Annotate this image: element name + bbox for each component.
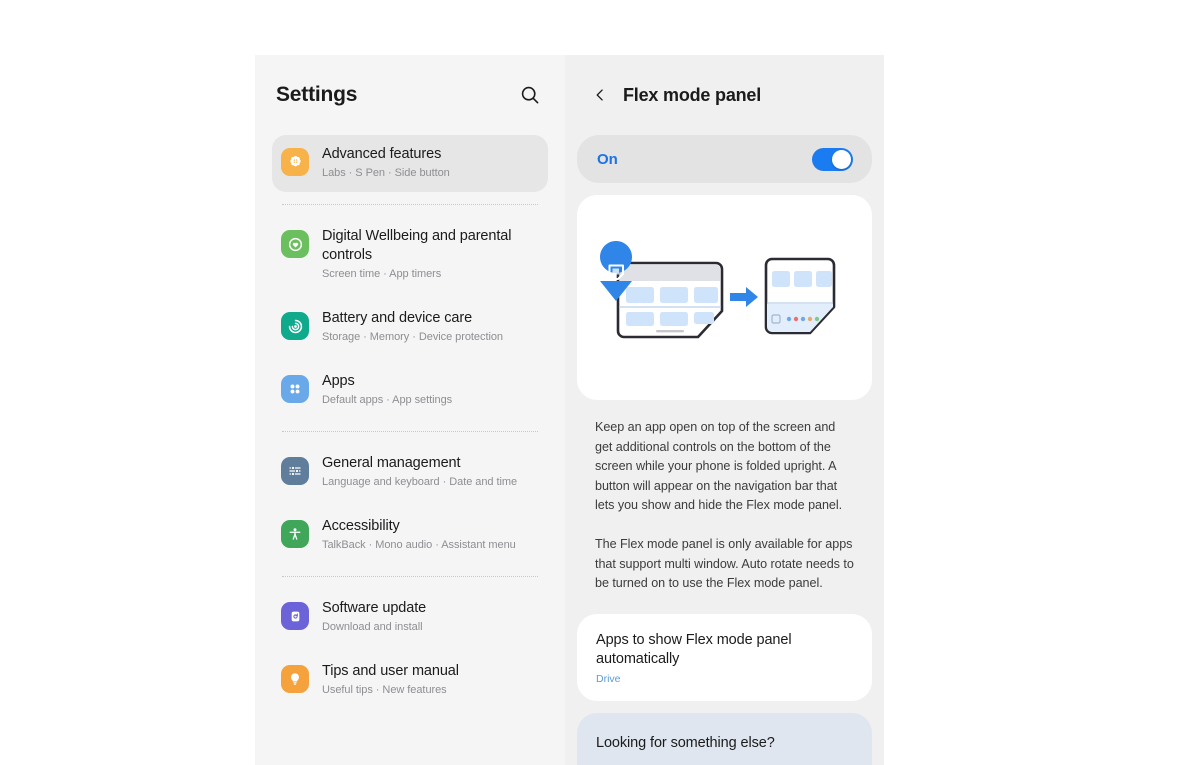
sidebar-item-accessibility[interactable]: Accessibility TalkBack · Mono audio · As… [272, 507, 548, 564]
sidebar-item-subtitle: Screen time · App timers [322, 268, 442, 280]
sidebar-item-title: Accessibility [322, 518, 400, 534]
page-title: Settings [276, 83, 358, 106]
flex-mode-toggle-switch[interactable] [812, 147, 853, 171]
sidebar-item-text: Digital Wellbeing and parental controls … [322, 227, 539, 282]
sidebar-item-advanced-features[interactable]: Advanced features Labs · S Pen · Side bu… [272, 135, 548, 192]
divider [282, 204, 538, 205]
chevron-left-icon[interactable] [587, 82, 613, 108]
settings-header: Settings [272, 55, 548, 135]
sidebar-item-general-management[interactable]: General management Language and keyboard… [272, 444, 548, 501]
settings-group-3: General management Language and keyboard… [272, 444, 548, 564]
description-paragraph-2: The Flex mode panel is only available fo… [595, 536, 854, 591]
sidebar-item-subtitle: Storage · Memory · Device protection [322, 331, 503, 343]
settings-list-pane: Settings Advanced features Labs · S Pen … [255, 55, 565, 765]
sidebar-item-title: Tips and user manual [322, 663, 459, 679]
settings-group-2: Digital Wellbeing and parental controls … [272, 217, 548, 419]
apps-card-title: Apps to show Flex mode panel automatical… [596, 631, 792, 667]
sidebar-item-text: Battery and device care Storage · Memory… [322, 309, 539, 345]
software-update-icon [281, 602, 309, 630]
digital-wellbeing-icon [281, 230, 309, 258]
sidebar-item-subtitle: Download and install [322, 621, 423, 633]
sidebar-item-subtitle: Useful tips · New features [322, 684, 447, 696]
accessibility-person-icon [281, 520, 309, 548]
divider [282, 431, 538, 432]
sidebar-item-text: Software update Download and install [322, 599, 539, 635]
sidebar-item-title: Digital Wellbeing and parental controls [322, 228, 512, 263]
settings-group-4: Software update Download and install Tip… [272, 589, 548, 709]
screenshot-root: Settings Advanced features Labs · S Pen … [0, 0, 1200, 765]
description-block: Keep an app open on top of the screen an… [577, 400, 872, 594]
sidebar-item-apps[interactable]: Apps Default apps · App settings [272, 362, 548, 419]
sidebar-item-software-update[interactable]: Software update Download and install [272, 589, 548, 646]
sidebar-item-subtitle: TalkBack · Mono audio · Assistant menu [322, 539, 516, 551]
toggle-knob [832, 149, 851, 169]
toggle-state-label: On [597, 150, 618, 168]
sidebar-item-title: General management [322, 455, 461, 471]
sidebar-item-title: Software update [322, 600, 427, 616]
settings-group-1: Advanced features Labs · S Pen · Side bu… [272, 135, 548, 192]
sidebar-item-text: Accessibility TalkBack · Mono audio · As… [322, 517, 539, 553]
lightbulb-icon [281, 665, 309, 693]
sidebar-item-text: General management Language and keyboard… [322, 454, 539, 490]
sidebar-item-battery-device-care[interactable]: Battery and device care Storage · Memory… [272, 299, 548, 356]
sidebar-item-subtitle: Default apps · App settings [322, 394, 453, 406]
sliders-icon [281, 457, 309, 485]
sidebar-item-subtitle: Labs · S Pen · Side button [322, 167, 450, 179]
looking-for-something-else-card[interactable]: Looking for something else? [577, 712, 872, 765]
flex-mode-toggle-row[interactable]: On [577, 135, 872, 183]
apps-grid-icon [281, 375, 309, 403]
detail-header: Flex mode panel [577, 55, 872, 135]
divider [282, 576, 538, 577]
description-paragraph-1: Keep an app open on top of the screen an… [595, 420, 843, 513]
sidebar-item-text: Advanced features Labs · S Pen · Side bu… [322, 145, 539, 181]
detail-page-title: Flex mode panel [623, 84, 762, 105]
sidebar-item-subtitle: Language and keyboard · Date and time [322, 476, 518, 488]
sidebar-item-title: Advanced features [322, 146, 442, 162]
sidebar-item-text: Apps Default apps · App settings [322, 372, 539, 408]
sidebar-item-title: Battery and device care [322, 310, 473, 326]
battery-device-care-icon [281, 312, 309, 340]
sidebar-item-tips-and-user-manual[interactable]: Tips and user manual Useful tips · New f… [272, 652, 548, 709]
apps-to-show-flex-panel-card[interactable]: Apps to show Flex mode panel automatical… [577, 613, 872, 701]
settings-window: Settings Advanced features Labs · S Pen … [255, 55, 884, 765]
advanced-features-icon [281, 148, 309, 176]
looking-card-title: Looking for something else? [596, 734, 775, 751]
sidebar-item-digital-wellbeing[interactable]: Digital Wellbeing and parental controls … [272, 217, 548, 293]
flex-mode-detail-pane: Flex mode panel On Keep an app open on t… [565, 55, 884, 765]
flex-mode-illustration [577, 195, 872, 400]
sidebar-item-title: Apps [322, 373, 355, 389]
apps-card-subtitle: Drive [596, 672, 621, 685]
sidebar-item-text: Tips and user manual Useful tips · New f… [322, 662, 539, 698]
search-icon[interactable] [515, 80, 545, 110]
